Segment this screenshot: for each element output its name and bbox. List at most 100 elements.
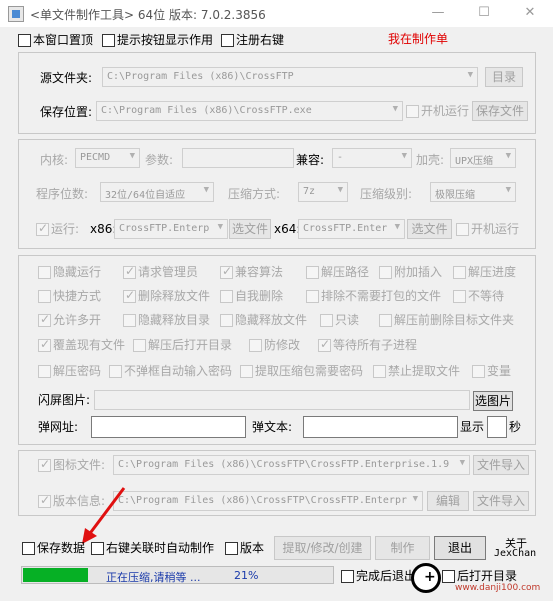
import-version-button[interactable]: 文件导入 xyxy=(473,491,529,511)
splash-image-input[interactable] xyxy=(94,390,470,410)
option-forbid-extract[interactable]: 禁止提取文件 xyxy=(373,364,460,378)
save-location-combo[interactable]: C:\Program Files (x86)\CrossFTP.exe ▼ xyxy=(96,101,403,121)
version-checkbox[interactable]: 版本 xyxy=(225,541,264,555)
checkbox-box[interactable] xyxy=(341,570,354,583)
popup-text-input[interactable] xyxy=(303,416,458,438)
option-wait-subprocess[interactable]: 等待所有子进程 xyxy=(318,337,417,352)
stay-on-top-checkbox[interactable]: 本窗口置顶 xyxy=(18,33,93,47)
version-info-combo[interactable]: C:\Program Files (x86)\CrossFTP\CrossFTP… xyxy=(113,491,423,511)
option-auto-input-password[interactable]: 不弹框自动输入密码 xyxy=(109,364,232,378)
option-request-admin[interactable]: 请求管理员 xyxy=(123,264,198,279)
exit-button[interactable]: 退出 xyxy=(434,536,486,560)
checkbox-box[interactable] xyxy=(240,365,253,378)
option-no-wait[interactable]: 不等待 xyxy=(453,289,504,303)
checkbox-box[interactable] xyxy=(38,457,51,472)
make-button[interactable]: 制作 xyxy=(375,536,430,560)
source-folder-combo[interactable]: C:\Program Files (x86)\CrossFTP ▼ xyxy=(102,67,478,87)
maximize-icon[interactable]: ☐ xyxy=(461,0,507,27)
shell-combo[interactable]: UPX压缩 ▼ xyxy=(450,148,516,168)
open-dir-after-checkbox[interactable]: 后打开目录 xyxy=(442,569,517,583)
checkbox-box[interactable] xyxy=(453,290,466,303)
show-seconds-input[interactable] xyxy=(487,416,507,438)
checkbox-box[interactable] xyxy=(453,266,466,279)
program-bits-combo[interactable]: 32位/64位自适应 ▼ xyxy=(100,182,214,202)
option-variables[interactable]: 变量 xyxy=(472,364,511,378)
checkbox-box[interactable] xyxy=(379,266,392,279)
register-context-checkbox[interactable]: 注册右键 xyxy=(221,33,284,47)
checkbox-box[interactable] xyxy=(109,365,122,378)
option-attach-insert[interactable]: 附加插入 xyxy=(379,265,442,279)
checkbox-box[interactable] xyxy=(38,493,51,508)
option-extract-path[interactable]: 解压路径 xyxy=(306,265,369,279)
checkbox-box[interactable] xyxy=(38,266,51,279)
params-input[interactable] xyxy=(182,148,294,168)
checkbox-box[interactable] xyxy=(442,570,455,583)
pick-x64-file-button[interactable]: 选文件 xyxy=(407,219,452,239)
checkbox-box[interactable] xyxy=(38,365,51,378)
checkbox-box[interactable] xyxy=(38,312,51,327)
icon-file-combo[interactable]: C:\Program Files (x86)\CrossFTP\CrossFTP… xyxy=(113,455,470,475)
choose-image-button[interactable]: 选图片 xyxy=(473,391,513,411)
option-read-only[interactable]: 只读 xyxy=(320,313,359,327)
checkbox-box[interactable] xyxy=(102,34,115,47)
startup-checkbox[interactable]: 开机运行 xyxy=(456,222,519,236)
checkbox-box[interactable] xyxy=(320,314,333,327)
option-anti-modify[interactable]: 防修改 xyxy=(249,338,300,352)
checkbox-box[interactable] xyxy=(123,288,136,303)
checkbox-box[interactable] xyxy=(123,314,136,327)
checkbox-box[interactable] xyxy=(220,264,233,279)
checkbox-box[interactable] xyxy=(249,339,262,352)
compress-level-combo[interactable]: 极限压缩 ▼ xyxy=(430,182,516,202)
extract-modify-create-button[interactable]: 提取/修改/创建 xyxy=(274,536,371,560)
option-shortcut[interactable]: 快捷方式 xyxy=(38,289,101,303)
checkbox-box[interactable] xyxy=(306,266,319,279)
x86-target-combo[interactable]: CrossFTP.Enterp ▼ xyxy=(114,219,228,239)
x64-target-combo[interactable]: CrossFTP.Enter ▼ xyxy=(298,219,405,239)
exit-after-done-checkbox[interactable]: 完成后退出 xyxy=(341,569,416,583)
close-icon[interactable]: ✕ xyxy=(507,0,553,27)
run-checkbox[interactable]: 运行: xyxy=(36,221,79,236)
option-extract-progress[interactable]: 解压进度 xyxy=(453,265,516,279)
checkbox-box[interactable] xyxy=(18,34,31,47)
option-hide-release-dir[interactable]: 隐藏释放目录 xyxy=(123,313,210,327)
option-overwrite-existing[interactable]: 覆盖现有文件 xyxy=(38,337,125,352)
startup-run-checkbox[interactable]: 开机运行 xyxy=(406,104,469,118)
option-hide-release-file[interactable]: 隐藏释放文件 xyxy=(220,313,307,327)
option-delete-target-before[interactable]: 解压前删除目标文件夹 xyxy=(379,313,514,327)
checkbox-box[interactable] xyxy=(36,221,49,236)
checkbox-box[interactable] xyxy=(456,223,469,236)
option-compat-algo[interactable]: 兼容算法 xyxy=(220,264,283,279)
minimize-icon[interactable]: — xyxy=(415,0,461,27)
option-self-delete[interactable]: 自我删除 xyxy=(220,289,283,303)
popup-url-input[interactable] xyxy=(91,416,246,438)
checkbox-box[interactable] xyxy=(306,290,319,303)
option-open-dir-after[interactable]: 解压后打开目录 xyxy=(133,338,232,352)
option-exclude-files[interactable]: 排除不需要打包的文件 xyxy=(306,289,441,303)
save-data-checkbox[interactable]: 保存数据 xyxy=(22,541,85,555)
option-delete-released[interactable]: 删除释放文件 xyxy=(123,288,210,303)
checkbox-box[interactable] xyxy=(38,290,51,303)
pick-x86-file-button[interactable]: 选文件 xyxy=(229,219,271,239)
save-file-button[interactable]: 保存文件 xyxy=(472,101,528,121)
edit-version-button[interactable]: 编辑 xyxy=(427,491,469,511)
icon-file-checkbox[interactable]: 图标文件: xyxy=(38,457,105,472)
checkbox-box[interactable] xyxy=(406,105,419,118)
compress-method-combo[interactable]: 7z ▼ xyxy=(298,182,348,202)
checkbox-box[interactable] xyxy=(379,314,392,327)
checkbox-box[interactable] xyxy=(225,542,238,555)
checkbox-box[interactable] xyxy=(220,314,233,327)
browse-folder-button[interactable]: 目录 xyxy=(485,67,523,87)
checkbox-box[interactable] xyxy=(373,365,386,378)
option-hide-run[interactable]: 隐藏运行 xyxy=(38,265,101,279)
checkbox-box[interactable] xyxy=(472,365,485,378)
option-require-password[interactable]: 提取压缩包需要密码 xyxy=(240,364,363,378)
checkbox-box[interactable] xyxy=(220,290,233,303)
compat-combo[interactable]: - ▼ xyxy=(332,148,412,168)
option-extract-password[interactable]: 解压密码 xyxy=(38,364,101,378)
auto-make-checkbox[interactable]: 右键关联时自动制作 xyxy=(91,541,214,555)
checkbox-box[interactable] xyxy=(22,542,35,555)
checkbox-box[interactable] xyxy=(318,337,331,352)
kernel-combo[interactable]: PECMD ▼ xyxy=(75,148,140,168)
checkbox-box[interactable] xyxy=(133,339,146,352)
checkbox-box[interactable] xyxy=(221,34,234,47)
